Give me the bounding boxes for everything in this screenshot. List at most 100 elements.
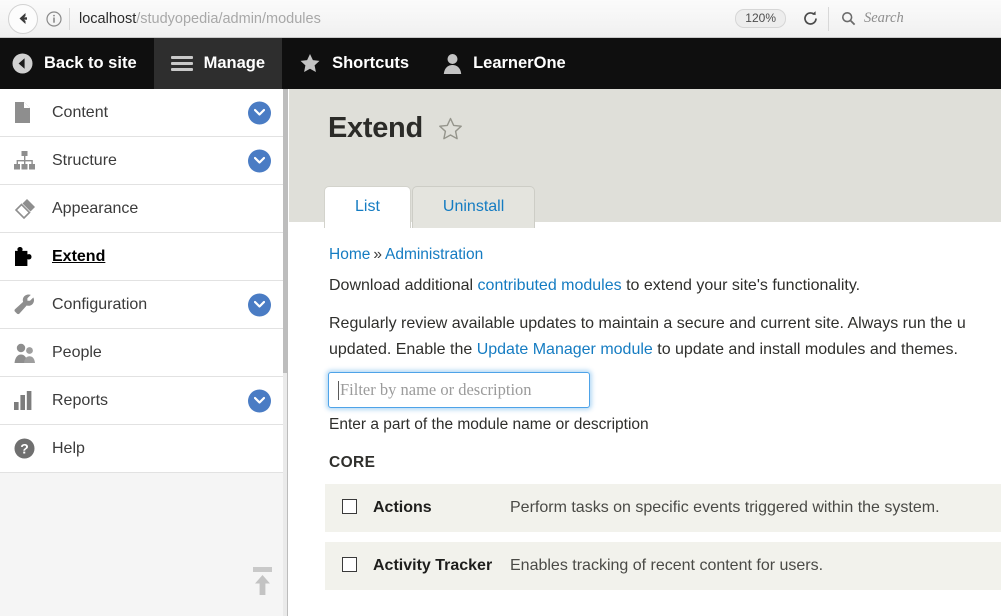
- page-title-text: Extend: [328, 112, 423, 144]
- sidebar-label-structure: Structure: [52, 151, 117, 169]
- intro2-before: Regularly review available updates to ma…: [329, 315, 966, 332]
- module-enable-checkbox-cell: [325, 555, 373, 572]
- svg-text:?: ?: [20, 441, 29, 457]
- module-name: Actions: [373, 499, 432, 516]
- paintbrush-icon: [14, 196, 42, 222]
- intro-paragraph-1: Download additional contributed modules …: [329, 277, 860, 295]
- sidebar-item-appearance[interactable]: Appearance: [0, 185, 287, 233]
- module-name: Activity Tracker: [373, 557, 493, 574]
- module-filter-placeholder: Filter by name or description: [340, 380, 532, 399]
- reload-icon: [803, 11, 817, 25]
- chevron-down-icon[interactable]: [248, 101, 271, 124]
- question-mark-icon: ?: [14, 436, 42, 462]
- site-info-icon[interactable]: [42, 7, 66, 31]
- tab-list[interactable]: List: [324, 186, 411, 228]
- tab-uninstall[interactable]: Uninstall: [411, 186, 536, 228]
- sidebar-item-extend[interactable]: Extend: [0, 233, 287, 281]
- filter-description: Enter a part of the module name or descr…: [329, 416, 649, 433]
- breadcrumb: Home» Administration: [329, 246, 483, 264]
- url-text: localhost/studyopedia/admin/modules: [79, 11, 321, 27]
- chevron-down-icon[interactable]: [248, 149, 271, 172]
- chevron-down-icon[interactable]: [248, 389, 271, 412]
- puzzle-piece-icon: [14, 244, 42, 270]
- sidebar-item-structure[interactable]: Structure: [0, 137, 287, 185]
- module-enable-checkbox[interactable]: [341, 557, 357, 572]
- module-enable-checkbox[interactable]: [341, 499, 357, 514]
- contributed-modules-link[interactable]: contributed modules: [478, 277, 622, 294]
- zoom-level-badge[interactable]: 120%: [735, 9, 786, 28]
- sidebar-scrollbar-track[interactable]: [283, 89, 287, 616]
- toolbar-item-back-to-site[interactable]: Back to site: [0, 38, 154, 89]
- table-row[interactable]: Actions Perform tasks on specific events…: [325, 484, 1001, 532]
- main-content: Home» Administration Download additional …: [289, 222, 1001, 616]
- sidebar-label-people: People: [52, 343, 102, 361]
- back-arrow-icon: [19, 13, 27, 24]
- address-bar[interactable]: localhost/studyopedia/admin/modules: [42, 0, 735, 38]
- sidebar-label-extend: Extend: [52, 247, 106, 265]
- module-description: Perform tasks on specific events trigger…: [510, 499, 940, 516]
- intro1-after: to extend your site's functionality.: [621, 277, 861, 294]
- hamburger-menu-icon: [170, 53, 193, 74]
- document-icon: [14, 100, 42, 126]
- url-host: localhost: [79, 10, 137, 27]
- sidebar-item-content[interactable]: Content: [0, 89, 287, 137]
- intro1-before: Download additional: [329, 277, 478, 294]
- sidebar-item-configuration[interactable]: Configuration: [0, 281, 287, 329]
- search-icon: [841, 11, 856, 26]
- module-filter-input[interactable]: Filter by name or description: [328, 372, 590, 408]
- shortcut-star-button[interactable]: [438, 117, 463, 141]
- table-row[interactable]: Activity Tracker Enables tracking of rec…: [325, 542, 1001, 590]
- sidebar-label-appearance: Appearance: [52, 199, 139, 217]
- toolbar-label-shortcuts: Shortcuts: [332, 54, 410, 72]
- sidebar-label-configuration: Configuration: [52, 295, 148, 313]
- toolbar-item-shortcuts[interactable]: Shortcuts: [282, 38, 426, 89]
- sidebar-item-help[interactable]: ? Help: [0, 425, 287, 473]
- toolbar-item-manage[interactable]: Manage: [153, 38, 283, 89]
- chevron-down-icon[interactable]: [248, 293, 271, 316]
- people-icon: [14, 340, 42, 366]
- update-manager-module-link[interactable]: Update Manager module: [477, 341, 653, 358]
- toolbar-label-manage: Manage: [203, 54, 266, 72]
- intro2-after: to update and install modules and themes…: [652, 341, 958, 358]
- sidebar-label-content: Content: [52, 103, 109, 121]
- star-outline-icon: [438, 117, 462, 139]
- user-account-icon: [443, 53, 462, 74]
- toolbar-label-user-account: LearnerOne: [473, 54, 566, 72]
- page-title: Extend: [328, 112, 463, 145]
- breadcrumb-separator: »: [373, 246, 382, 263]
- module-description: Enables tracking of recent content for u…: [510, 557, 824, 574]
- sidebar-label-reports: Reports: [52, 391, 109, 409]
- page-tabs: List Uninstall: [324, 186, 536, 228]
- reload-button[interactable]: [796, 5, 824, 33]
- sidebar-label-help: Help: [52, 439, 85, 457]
- browser-search-field[interactable]: Search: [829, 0, 1001, 38]
- text-cursor: [338, 380, 339, 400]
- toolbar-label-back-to-site: Back to site: [44, 54, 137, 72]
- admin-sidebar: Content Structure Appearance Extend Conf…: [0, 89, 288, 616]
- sitemap-icon: [14, 148, 42, 174]
- sidebar-collapse-button[interactable]: [250, 567, 274, 600]
- module-enable-checkbox-cell: [325, 497, 373, 514]
- collapse-bar: [252, 567, 272, 572]
- url-path: /studyopedia/admin/modules: [136, 10, 321, 27]
- collapse-up-arrow-icon: [254, 575, 270, 595]
- breadcrumb-link-home[interactable]: Home: [329, 246, 370, 263]
- bar-chart-icon: [14, 388, 42, 414]
- intro-paragraph-2: Regularly review available updates to ma…: [329, 311, 1001, 363]
- sidebar-item-reports[interactable]: Reports: [0, 377, 287, 425]
- sidebar-menu: Content Structure Appearance Extend Conf…: [0, 89, 287, 473]
- sidebar-item-people[interactable]: People: [0, 329, 287, 377]
- breadcrumb-link-administration[interactable]: Administration: [385, 246, 483, 263]
- browser-back-button[interactable]: [8, 3, 38, 34]
- toolbar-item-user-account[interactable]: LearnerOne: [426, 38, 583, 89]
- circle-back-arrow-icon: [12, 53, 33, 74]
- sidebar-scrollbar-thumb[interactable]: [283, 89, 287, 373]
- modules-table: Actions Perform tasks on specific events…: [325, 484, 1001, 600]
- admin-toolbar: Back to site Manage Shortcuts LearnerOne: [0, 38, 1001, 89]
- star-icon: [299, 53, 321, 74]
- intro2-middle: updated. Enable the: [329, 341, 477, 358]
- wrench-icon: [14, 292, 42, 318]
- browser-toolbar: localhost/studyopedia/admin/modules 120%…: [0, 0, 1001, 38]
- search-placeholder: Search: [864, 10, 904, 26]
- section-header-core: CORE: [329, 454, 376, 471]
